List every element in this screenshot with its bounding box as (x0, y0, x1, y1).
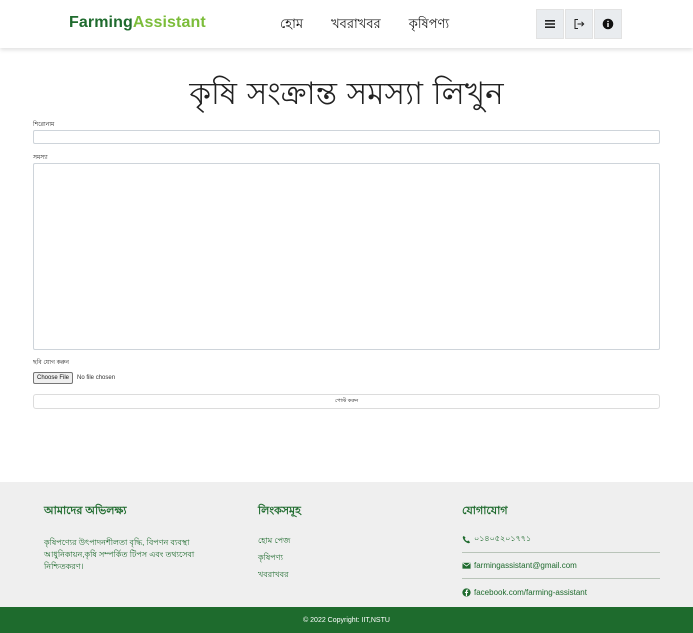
logout-button[interactable] (565, 9, 593, 39)
footer-link-news[interactable]: খবরাখবর (258, 566, 301, 583)
copyright-bar: © 2022 Copyright: IIT,NSTU (0, 607, 693, 633)
info-icon (602, 18, 614, 30)
contact-heading: যোগাযোগ (462, 505, 508, 517)
footer-link-products[interactable]: কৃষিপণ্য (258, 549, 301, 566)
phone-text: ০১৪০৫২০১৭৭১ (474, 534, 532, 543)
envelope-icon (462, 562, 471, 569)
title-label: শিরোনাম (33, 122, 55, 128)
submit-button[interactable]: পোস্ট করুন (33, 394, 660, 409)
problem-label: সমস্যা (33, 155, 48, 161)
brand-part1: Farming (69, 14, 133, 31)
contact-email: farmingassistant@gmail.com (462, 553, 660, 579)
title-input[interactable] (33, 130, 660, 144)
brand-logo[interactable]: FarmingAssistant (69, 14, 206, 32)
page-title: কৃষি সংক্রান্ত সমস্যা লিখুন (189, 76, 504, 112)
links-heading: লিংকসমূহ (258, 505, 301, 517)
info-button[interactable] (594, 9, 622, 39)
facebook-text[interactable]: facebook.com/farming-assistant (474, 588, 587, 597)
contact-phone: ০১৪০৫২০১৭৭১ (462, 527, 660, 553)
footer-link-home[interactable]: হোম পেজ (258, 532, 301, 549)
image-label: ছবি যোগ করুন (33, 360, 69, 366)
facebook-icon (462, 587, 471, 597)
nav-links: হোম খবরাখবর কৃষিপণ্য (280, 15, 477, 36)
footer-contact: যোগাযোগ ০১৪০৫২০১৭৭১ farmingassistant@gma… (462, 502, 660, 605)
nav-link-news[interactable]: খবরাখবর (331, 15, 381, 36)
logout-icon (574, 19, 585, 29)
email-text: farmingassistant@gmail.com (474, 561, 577, 570)
file-status: No file chosen (77, 375, 116, 381)
nav-link-products[interactable]: কৃষিপণ্য (409, 15, 449, 36)
bars-icon (545, 20, 555, 28)
footer-links: লিংকসমূহ হোম পেজ কৃষিপণ্য খবরাখবর (258, 502, 301, 583)
navbar: FarmingAssistant হোম খবরাখবর কৃষিপণ্য (0, 0, 693, 48)
mission-text: কৃষিপণ্যের উৎপাদনশীলতা বৃদ্ধি, বিপণন ব্য… (44, 538, 195, 571)
contact-facebook: facebook.com/farming-assistant (462, 579, 660, 605)
footer-mission: আমাদের অভিলক্ষ্য কৃষিপণ্যের উৎপাদনশীলতা … (44, 502, 204, 573)
phone-icon (462, 535, 471, 544)
file-input: Choose File No file chosen (33, 372, 115, 384)
menu-button[interactable] (536, 9, 564, 39)
choose-file-button[interactable]: Choose File (33, 372, 74, 384)
nav-link-home[interactable]: হোম (280, 15, 303, 36)
nav-icon-group (536, 9, 623, 39)
mission-heading: আমাদের অভিলক্ষ্য (44, 505, 127, 517)
brand-part2: Assistant (132, 14, 206, 31)
footer: আমাদের অভিলক্ষ্য কৃষিপণ্যের উৎপাদনশীলতা … (0, 482, 693, 607)
problem-textarea[interactable] (33, 163, 660, 350)
